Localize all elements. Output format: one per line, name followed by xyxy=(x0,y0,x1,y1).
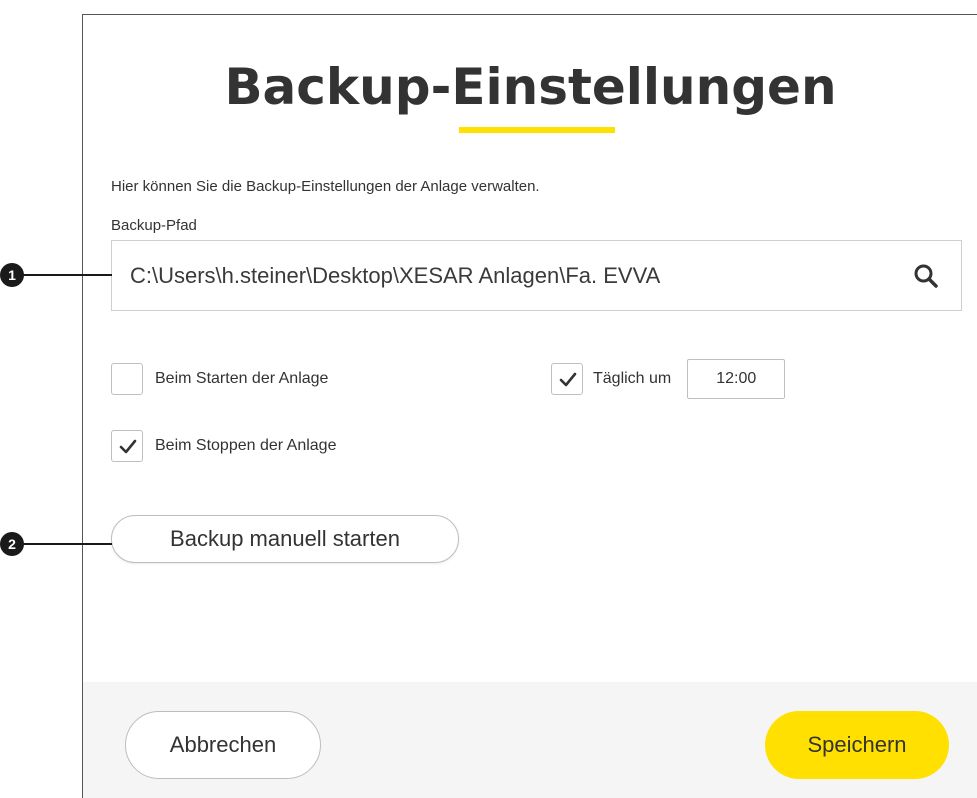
backup-path-value: C:\Users\h.steiner\Desktop\XESAR Anlagen… xyxy=(130,263,661,288)
callout-line-1 xyxy=(22,274,112,276)
checkbox-on-start[interactable] xyxy=(111,363,143,395)
callout-badge-2: 2 xyxy=(0,532,24,556)
check-icon xyxy=(119,439,137,454)
checkbox-on-start-label: Beim Starten der Anlage xyxy=(155,370,329,387)
checkbox-on-stop[interactable] xyxy=(111,430,143,462)
daily-time-input[interactable]: 12:00 xyxy=(687,359,786,399)
check-icon xyxy=(559,372,577,387)
option-daily: Täglich um 12:00 xyxy=(551,359,786,399)
dialog-footer: Abbrechen Speichern xyxy=(83,682,977,798)
checkbox-daily[interactable] xyxy=(551,363,583,395)
checkbox-daily-label: Täglich um xyxy=(593,370,672,387)
manual-backup-button[interactable]: Backup manuell starten xyxy=(111,515,459,563)
screenshot-canvas: 1 2 Backup-Einstellungen Hier können Sie… xyxy=(0,0,977,798)
dialog-description: Hier können Sie die Backup-Einstellungen… xyxy=(111,178,540,195)
cancel-button[interactable]: Abbrechen xyxy=(125,711,321,779)
option-on-stop: Beim Stoppen der Anlage xyxy=(111,430,336,462)
dialog-title: Backup-Einstellungen xyxy=(224,58,837,116)
option-on-start: Beim Starten der Anlage xyxy=(111,363,328,395)
callout-badge-1: 1 xyxy=(0,263,24,287)
search-icon[interactable] xyxy=(913,263,939,289)
callout-line-2 xyxy=(22,543,112,545)
checkbox-on-stop-label: Beim Stoppen der Anlage xyxy=(155,437,337,454)
backup-settings-dialog: Backup-Einstellungen Hier können Sie die… xyxy=(82,14,977,798)
title-underline xyxy=(459,127,615,133)
save-button[interactable]: Speichern xyxy=(765,711,949,779)
backup-path-input[interactable]: C:\Users\h.steiner\Desktop\XESAR Anlagen… xyxy=(111,240,962,311)
backup-path-label: Backup-Pfad xyxy=(111,217,197,234)
